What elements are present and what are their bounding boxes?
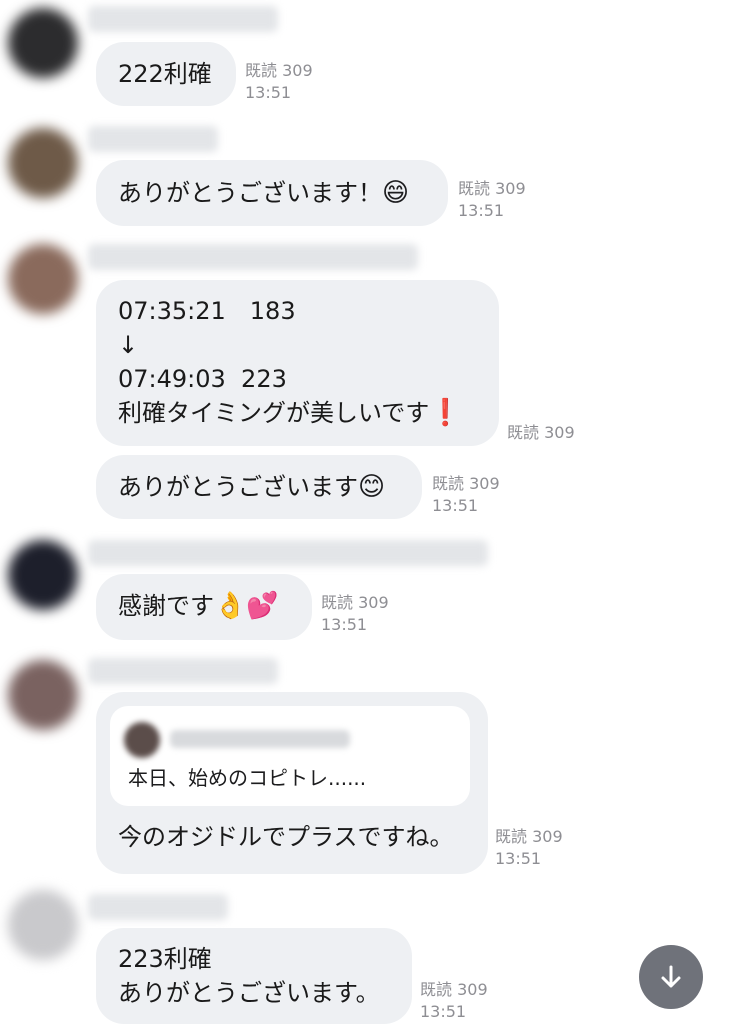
sender-name [88, 6, 278, 32]
timestamp: 13:51 [495, 849, 542, 868]
scroll-to-bottom-button[interactable] [639, 945, 703, 1009]
quoted-message[interactable]: 本日、始めのコピトレ...... [110, 706, 470, 806]
message-bubble[interactable]: ありがとうございます！😄 [96, 160, 448, 226]
avatar[interactable] [8, 244, 78, 314]
quoted-sender-name [170, 730, 350, 748]
message-meta: 既読 309 13:51 [245, 60, 313, 104]
message-bubble[interactable]: 222利確 [96, 42, 236, 106]
message-meta: 既読 309 13:51 [420, 979, 488, 1023]
message-meta: 既読 309 13:51 [432, 473, 500, 517]
avatar[interactable] [8, 128, 78, 198]
message-text-line2: ↓ [118, 331, 139, 359]
sender-name [88, 244, 418, 270]
message-bubble[interactable]: 感謝です👌💕 [96, 574, 312, 640]
sender-name [88, 894, 228, 920]
sender-name [88, 540, 488, 566]
avatar[interactable] [8, 890, 78, 960]
read-receipt: 既読 309 [245, 61, 313, 80]
timestamp: 13:51 [420, 1002, 467, 1021]
timestamp: 13:51 [432, 496, 479, 515]
read-receipt: 既読 309 [495, 827, 563, 846]
message-bubble[interactable]: 07:35:21 183 ↓ 07:49:03 223 利確タイミングが美しいで… [96, 280, 499, 446]
message-bubble[interactable]: ありがとうございます😊 [96, 455, 422, 519]
message-text: ありがとうございます！ [118, 179, 382, 207]
avatar[interactable] [8, 8, 78, 78]
reply-message-bubble[interactable]: 本日、始めのコピトレ...... 今のオジドルでプラスですね。 [96, 692, 488, 874]
read-receipt: 既読 309 [507, 423, 575, 442]
read-receipt: 既読 309 [420, 980, 488, 999]
message-meta: 既読 309 13:51 [495, 826, 563, 870]
grinning-face-emoji-icon: 😄 [382, 178, 410, 208]
avatar[interactable] [8, 660, 78, 730]
quoted-avatar [124, 722, 160, 758]
exclamation-emoji-icon: ❗ [429, 398, 462, 428]
timestamp: 13:51 [321, 615, 368, 634]
message-text: 今のオジドルでプラスですね。 [118, 823, 454, 851]
message-meta: 既読 309 13:51 [321, 592, 389, 636]
message-text-line4: 利確タイミングが美しいです [118, 399, 430, 427]
sender-name [88, 126, 218, 152]
message-text-line3: 07:49:03 223 [118, 365, 287, 393]
message-meta: 既読 309 13:51 [458, 178, 526, 222]
message-text-line1: 07:35:21 183 [118, 297, 296, 325]
timestamp: 13:51 [458, 201, 505, 220]
message-text-line1: 223利確 [118, 945, 212, 973]
quoted-text: 本日、始めのコピトレ...... [128, 766, 367, 790]
read-receipt: 既読 309 [432, 474, 500, 493]
message-text: 222利確 [118, 60, 212, 88]
message-text: ありがとうございます [118, 473, 358, 501]
message-text: 感謝です [118, 592, 214, 620]
arrow-down-icon [661, 965, 681, 988]
ok-hand-and-hearts-emoji-icon: 👌💕 [214, 591, 279, 621]
timestamp: 13:51 [245, 83, 292, 102]
avatar[interactable] [8, 540, 78, 610]
sender-name [88, 658, 278, 684]
read-receipt: 既読 309 [458, 179, 526, 198]
read-receipt: 既読 309 [321, 593, 389, 612]
message-meta: 既読 309 [507, 422, 575, 444]
smiling-face-emoji-icon: 😊 [358, 472, 386, 502]
message-text-line2: ありがとうございます。 [118, 979, 380, 1007]
message-bubble[interactable]: 223利確 ありがとうございます。 [96, 928, 412, 1024]
